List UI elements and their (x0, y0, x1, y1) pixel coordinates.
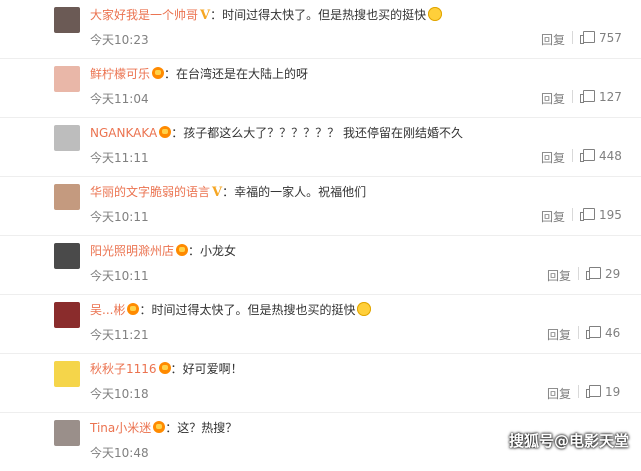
comment-list: 大家好我是一个帅哥 V：时间过得太快了。但是热搜也买的挺快 今天10:23 回复 … (0, 0, 641, 471)
comment-line: 秋秋子1116 ：好可爱啊！ (90, 362, 243, 376)
divider (572, 90, 573, 103)
username-link[interactable]: 阳光照明滁州店 (90, 244, 174, 258)
comment-line: 吴...彬 ：时间过得太快了。但是热搜也买的挺快 (90, 302, 372, 318)
comment-time: 今天10:23 (90, 33, 149, 47)
vip-badge-icon (127, 303, 140, 315)
divider (578, 267, 579, 280)
avatar[interactable] (54, 243, 80, 269)
comment-item: 鲜柠檬可乐 ：在台湾还是在大陆上的呀 今天11:04 回复 127 (0, 59, 641, 118)
like-count: 46 (605, 326, 621, 340)
comment-item: 秋秋子1116 ：好可爱啊！ 今天10:18 回复 19 (0, 354, 641, 413)
comment-line: 鲜柠檬可乐 ：在台湾还是在大陆上的呀 (90, 67, 309, 81)
avatar[interactable] (54, 7, 80, 33)
comment-item: 大家好我是一个帅哥 V：时间过得太快了。但是热搜也买的挺快 今天10:23 回复 … (0, 0, 641, 59)
like-button[interactable]: 46 (586, 326, 621, 340)
username-link[interactable]: 华丽的文字脆弱的语言 (90, 185, 210, 199)
comment-line: Tina小米迷 ：这？热搜？ (90, 421, 238, 435)
comment-time: 今天10:18 (90, 387, 149, 401)
comment-text: 孩子都这么大了？？？？？？ 我还停留在刚结婚不久 (183, 126, 464, 140)
comment-text: 时间过得太快了。但是热搜也买的挺快 (151, 303, 356, 317)
username-link[interactable]: NGANKAKA (90, 126, 157, 140)
comment-item: 吴...彬 ：时间过得太快了。但是热搜也买的挺快 今天11:21 回复 46 (0, 295, 641, 354)
username-link[interactable]: 吴...彬 (90, 303, 125, 317)
comment-line: 华丽的文字脆弱的语言 V：幸福的一家人。祝福他们 (90, 185, 367, 200)
comment-text: 好可爱啊！ (182, 362, 243, 376)
comment-text: 小龙女 (200, 244, 237, 258)
watermark: 搜狐号@电影天堂 (508, 432, 629, 450)
username-link[interactable]: 鲜柠檬可乐 (90, 67, 150, 81)
avatar[interactable] (54, 302, 80, 328)
vip-badge-icon (152, 67, 165, 79)
username-link[interactable]: Tina小米迷 (90, 421, 151, 435)
reply-button[interactable]: 回复 (541, 149, 565, 166)
divider (578, 385, 579, 398)
comment-item: 阳光照明滁州店 ：小龙女 今天10:11 回复 29 (0, 236, 641, 295)
like-button[interactable]: 448 (580, 149, 622, 163)
vip-badge-icon (153, 421, 166, 433)
verified-v-icon: V (200, 8, 211, 23)
emoji-icon (357, 302, 372, 316)
username-link[interactable]: 大家好我是一个帅哥 (90, 8, 198, 22)
vip-badge-icon (176, 244, 189, 256)
thumbs-up-icon (586, 267, 601, 280)
thumbs-up-icon (586, 385, 601, 398)
comment-time: 今天10:11 (90, 269, 149, 283)
like-count: 19 (605, 385, 621, 399)
comment-line: NGANKAKA ：孩子都这么大了？？？？？？ 我还停留在刚结婚不久 (90, 126, 464, 140)
like-count: 127 (599, 90, 622, 104)
comment-time: 今天10:48 (90, 446, 149, 460)
avatar[interactable] (54, 420, 80, 446)
divider (572, 208, 573, 221)
avatar[interactable] (54, 184, 80, 210)
avatar[interactable] (54, 125, 80, 151)
comment-text: 幸福的一家人。祝福他们 (234, 185, 367, 199)
like-button[interactable]: 195 (580, 208, 622, 222)
reply-button[interactable]: 回复 (541, 208, 565, 225)
comment-text: 这？热搜？ (177, 421, 238, 435)
thumbs-up-icon (580, 208, 595, 221)
divider (572, 149, 573, 162)
like-button[interactable]: 29 (586, 267, 621, 281)
comment-time: 今天10:11 (90, 210, 149, 224)
like-count: 757 (599, 31, 622, 45)
thumbs-up-icon (580, 149, 595, 162)
comment-time: 今天11:11 (90, 151, 149, 165)
comment-time: 今天11:21 (90, 328, 149, 342)
thumbs-up-icon (586, 326, 601, 339)
like-button[interactable]: 757 (580, 31, 622, 45)
avatar[interactable] (54, 66, 80, 92)
comment-text: 在台湾还是在大陆上的呀 (176, 67, 309, 81)
like-count: 195 (599, 208, 622, 222)
emoji-icon (428, 7, 443, 21)
avatar[interactable] (54, 361, 80, 387)
reply-button[interactable]: 回复 (547, 326, 571, 343)
comment-time: 今天11:04 (90, 92, 149, 106)
thumbs-up-icon (580, 31, 595, 44)
vip-badge-icon (159, 126, 172, 138)
comment-line: 大家好我是一个帅哥 V：时间过得太快了。但是热搜也买的挺快 (90, 7, 443, 24)
like-count: 448 (599, 149, 622, 163)
divider (578, 326, 579, 339)
comment-item: NGANKAKA ：孩子都这么大了？？？？？？ 我还停留在刚结婚不久 今天11:1… (0, 118, 641, 177)
divider (572, 31, 573, 44)
reply-button[interactable]: 回复 (541, 90, 565, 107)
like-button[interactable]: 127 (580, 90, 622, 104)
like-count: 29 (605, 267, 621, 281)
verified-v-icon: V (212, 185, 223, 200)
like-button[interactable]: 19 (586, 385, 621, 399)
reply-button[interactable]: 回复 (547, 385, 571, 402)
thumbs-up-icon (580, 90, 595, 103)
vip-badge-icon (158, 362, 171, 374)
comment-line: 阳光照明滁州店 ：小龙女 (90, 244, 237, 258)
reply-button[interactable]: 回复 (541, 31, 565, 48)
comment-text: 时间过得太快了。但是热搜也买的挺快 (222, 8, 427, 22)
reply-button[interactable]: 回复 (547, 267, 571, 284)
username-link[interactable]: 秋秋子1116 (90, 362, 157, 376)
comment-item: 华丽的文字脆弱的语言 V：幸福的一家人。祝福他们 今天10:11 回复 195 (0, 177, 641, 236)
